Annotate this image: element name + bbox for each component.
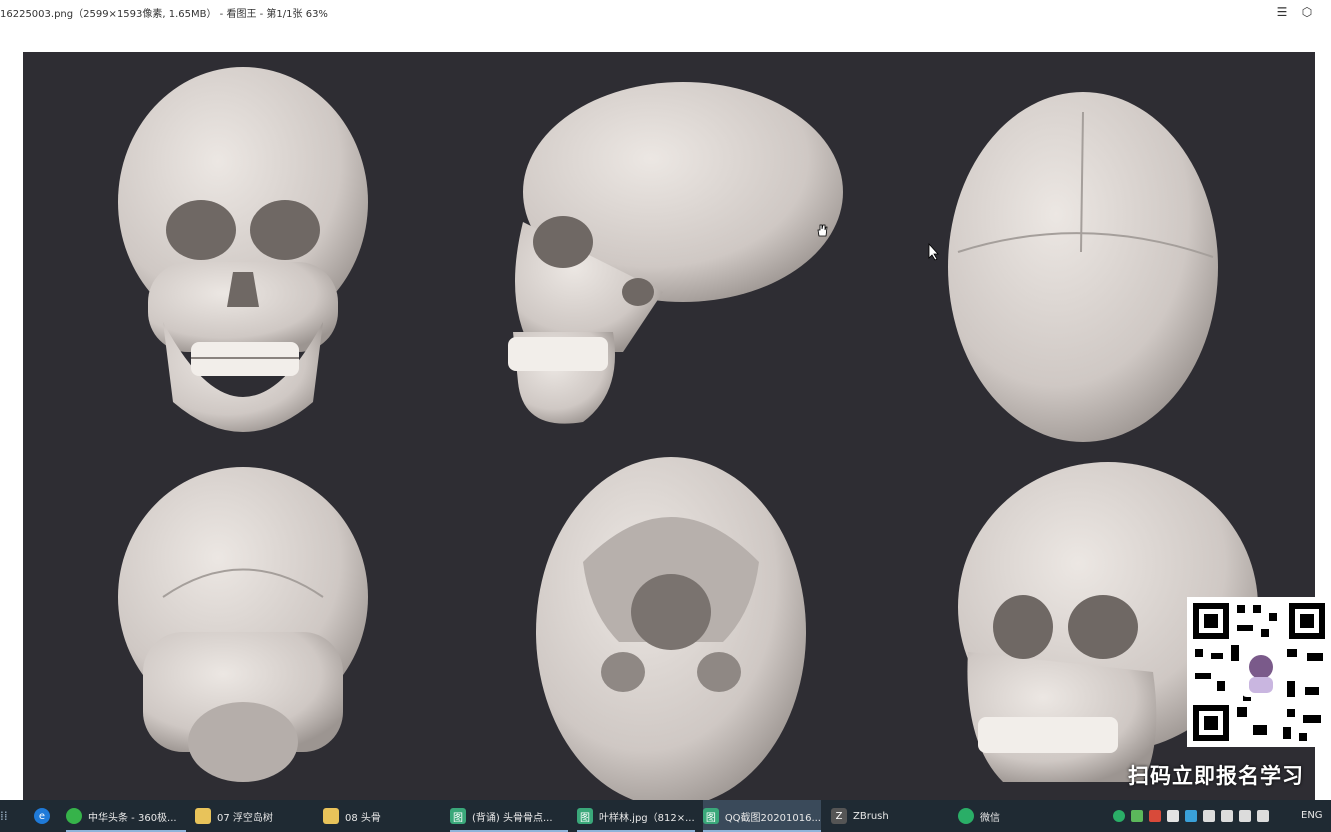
taskbar-item-folder-08[interactable]: 08 头骨 (323, 800, 441, 832)
taskbar-item-label: 叶样林.jpg（812×... (599, 812, 695, 824)
taskbar-item-360-browser[interactable]: 中华头条 - 360极... (66, 800, 186, 832)
language-indicator[interactable]: ENG (1301, 810, 1323, 821)
taskbar-item-label: QQ截图20201016... (724, 812, 821, 824)
taskbar-item-zbrush[interactable]: Z ZBrush (831, 800, 949, 832)
menu-icon[interactable]: ☰ (1274, 4, 1290, 20)
image-viewer-icon: 图 (577, 808, 593, 824)
skull-back-view (118, 467, 368, 782)
taskbar-item-label: 08 头骨 (345, 812, 381, 824)
image-viewer (0, 24, 1331, 800)
qr-code (1187, 597, 1331, 747)
nvidia-icon[interactable] (1131, 810, 1143, 822)
taskbar-item-image-viewer-3[interactable]: 图 QQ截图20201016... (703, 800, 821, 832)
image-viewer-icon: 图 (450, 808, 466, 824)
displayed-image[interactable] (23, 52, 1315, 800)
title-bar: 16225003.png（2599×1593像素, 1.65MB） - 看图王 … (0, 0, 1331, 24)
skull-bottom-view (536, 457, 806, 800)
taskbar: ⁞⁞ e 中华头条 - 360极... 07 浮空岛树 08 头骨 图 (背诵)… (0, 800, 1331, 832)
browser-360-icon (66, 808, 82, 824)
taskbar-item-label: (背诵) 头骨骨点... (472, 812, 553, 824)
usb-icon[interactable] (1167, 810, 1179, 822)
skull-top-view (948, 92, 1218, 442)
keyboard-icon[interactable] (1257, 810, 1269, 822)
image-viewer-icon: 图 (703, 808, 719, 824)
taskbar-item-image-viewer-2[interactable]: 图 叶样林.jpg（812×... (577, 800, 695, 832)
microphone-icon[interactable] (1239, 810, 1251, 822)
arrow-cursor-icon (928, 242, 940, 265)
taskbar-item-wechat[interactable]: 微信 (958, 800, 1076, 832)
start-button[interactable]: ⁞⁞ (0, 800, 12, 832)
zbrush-icon: Z (831, 808, 847, 824)
taskbar-item-label: ZBrush (853, 810, 889, 822)
hand-cursor-icon (815, 222, 829, 241)
wechat-icon (958, 808, 974, 824)
skin-icon[interactable]: ⬡ (1299, 4, 1315, 20)
display-icon[interactable] (1221, 810, 1233, 822)
qr-caption: 扫码立即报名学习 (1128, 764, 1304, 788)
system-tray (1110, 800, 1272, 832)
taskbar-item-image-viewer-1[interactable]: 图 (背诵) 头骨骨点... (450, 800, 568, 832)
taskbar-item-label: 07 浮空岛树 (217, 812, 273, 824)
shield-icon[interactable] (1185, 810, 1197, 822)
wechat-tray-icon[interactable] (1113, 810, 1125, 822)
taskbar-item-label: 微信 (980, 812, 1000, 824)
edge-browser-icon[interactable]: e (30, 800, 54, 832)
skull-side-view (508, 82, 843, 424)
skull-views-illustration (118, 67, 1258, 800)
security-icon[interactable] (1149, 810, 1161, 822)
skull-front-view (118, 67, 368, 432)
window-title: 16225003.png（2599×1593像素, 1.65MB） - 看图王 … (0, 9, 328, 20)
network-icon[interactable] (1203, 810, 1215, 822)
folder-icon (195, 808, 211, 824)
taskbar-item-folder-07[interactable]: 07 浮空岛树 (195, 800, 313, 832)
taskbar-item-label: 中华头条 - 360极... (88, 812, 177, 824)
folder-icon (323, 808, 339, 824)
